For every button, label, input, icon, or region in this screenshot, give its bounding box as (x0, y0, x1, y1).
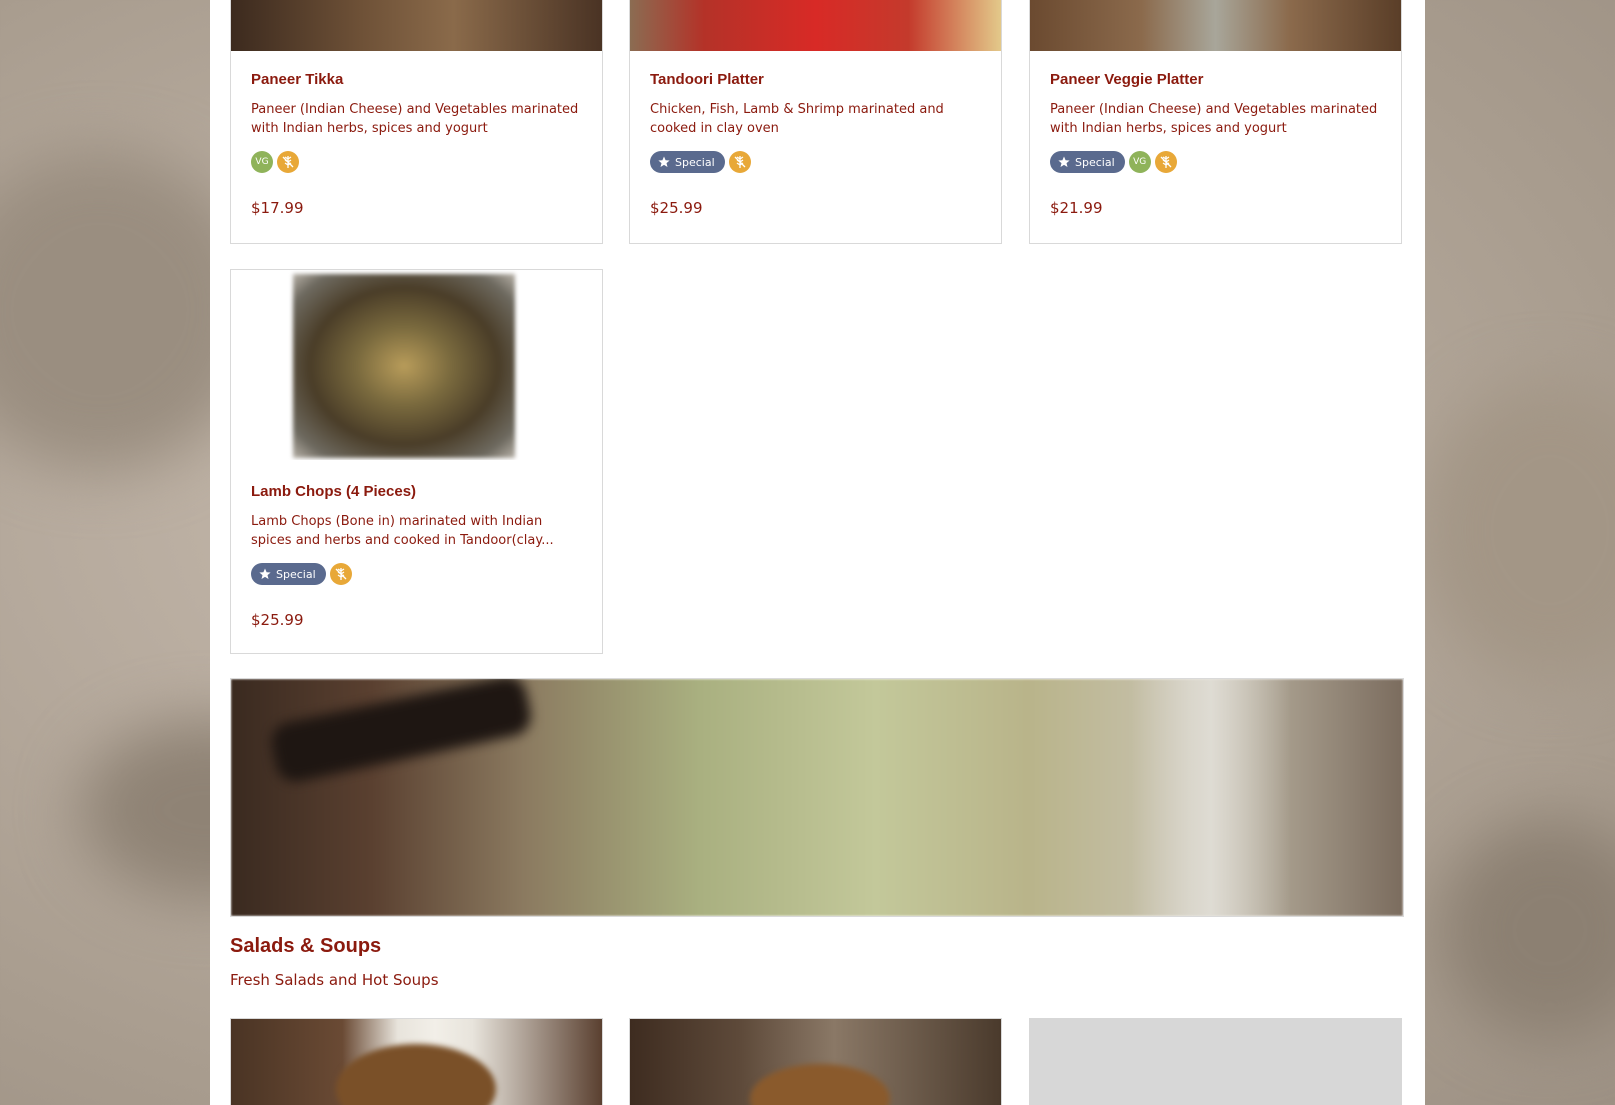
dish-tags: VG (251, 150, 299, 174)
dish-description: Paneer (Indian Cheese) and Vegetables ma… (1050, 102, 1378, 136)
dish-price: $17.99 (251, 199, 304, 217)
special-label: Special (1075, 155, 1115, 169)
wheat-icon (329, 563, 352, 585)
dish-price: $21.99 (1050, 199, 1103, 217)
menu-item-card[interactable] (629, 1018, 1002, 1105)
special-badge: Special (650, 151, 725, 173)
vegan-badge: VG (1128, 151, 1151, 173)
menu-item-card[interactable] (1029, 1018, 1402, 1105)
wheat-icon (277, 151, 299, 173)
star-icon (259, 568, 271, 579)
dish-title: Paneer Veggie Platter (1050, 71, 1204, 88)
special-badge: Special (251, 563, 326, 585)
wheat-icon (1154, 151, 1177, 173)
menu-item-card[interactable]: Paneer Veggie Platter Paneer (Indian Che… (1029, 0, 1402, 244)
dish-title: Tandoori Platter (650, 71, 764, 88)
section-subtitle: Fresh Salads and Hot Soups (230, 971, 439, 989)
section-banner-image (230, 678, 1404, 917)
dish-tags: Special (650, 150, 751, 174)
menu-item-card[interactable] (230, 1018, 603, 1105)
dish-photo (231, 0, 602, 51)
dish-photo-placeholder (1029, 1018, 1402, 1105)
wheat-icon (728, 151, 751, 173)
dish-photo (231, 1019, 602, 1105)
dish-title: Lamb Chops (4 Pieces) (251, 483, 417, 500)
special-badge: Special (1050, 151, 1125, 173)
menu-item-card[interactable]: Tandoori Platter Chicken, Fish, Lamb & S… (629, 0, 1002, 244)
vegan-badge: VG (251, 151, 273, 173)
section-title: Salads & Soups (230, 935, 382, 957)
dish-photo (1030, 0, 1401, 51)
dish-price: $25.99 (650, 199, 703, 217)
background-blur (1420, 380, 1615, 680)
special-label: Special (675, 155, 715, 169)
dish-description: Lamb Chops (Bone in) marinated with Indi… (251, 514, 554, 548)
dish-title: Paneer Tikka (251, 71, 344, 88)
dish-photo (630, 1019, 1001, 1105)
special-label: Special (276, 567, 316, 581)
menu-item-card[interactable]: Paneer Tikka Paneer (Indian Cheese) and … (230, 0, 603, 244)
background-blur (1440, 820, 1615, 1040)
menu-item-card[interactable]: Lamb Chops (4 Pieces) Lamb Chops (Bone i… (230, 269, 603, 654)
dish-description: Paneer (Indian Cheese) and Vegetables ma… (251, 102, 579, 136)
dish-tags: Special (251, 562, 352, 586)
dish-description: Chicken, Fish, Lamb & Shrimp marinated a… (650, 102, 944, 136)
dish-tags: Special VG (1050, 150, 1177, 174)
star-icon (1058, 156, 1070, 167)
star-icon (658, 156, 670, 167)
dish-photo (231, 270, 602, 460)
dish-price: $25.99 (251, 611, 304, 629)
dish-photo (630, 0, 1001, 51)
